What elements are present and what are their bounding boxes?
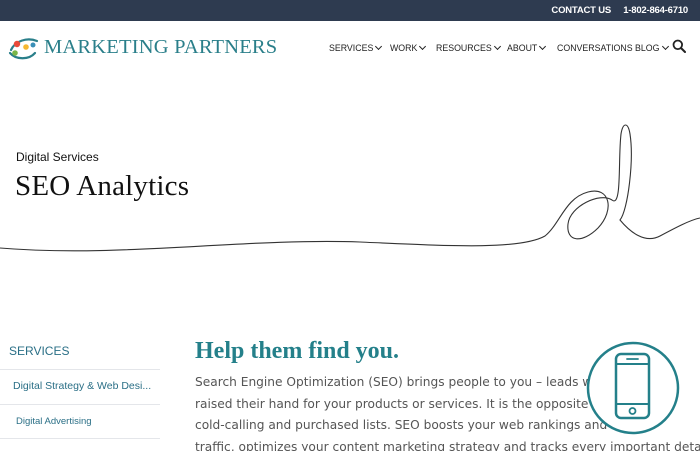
site-header: MARKETING PARTNERS SERVICES WORK RESOURC… bbox=[0, 21, 700, 73]
sidebar-divider bbox=[0, 438, 160, 439]
phone-link[interactable]: 1-802-864-6710 bbox=[623, 5, 688, 16]
chevron-down-icon bbox=[661, 42, 669, 51]
sidebar-title: SERVICES bbox=[9, 344, 70, 358]
chevron-down-icon bbox=[493, 42, 501, 51]
nav-blog-label: CONVERSATIONS BLOG bbox=[557, 43, 660, 53]
search-icon[interactable] bbox=[672, 39, 686, 53]
page-title: SEO Analytics bbox=[15, 170, 190, 202]
sidebar-item-digital-advertising[interactable]: Digital Advertising bbox=[16, 416, 92, 427]
paragraph-line: traffic, optimizes your content marketin… bbox=[195, 439, 700, 451]
sidebar-divider bbox=[0, 404, 160, 405]
nav-services[interactable]: SERVICES bbox=[329, 42, 383, 53]
nav-about[interactable]: ABOUT bbox=[507, 42, 547, 53]
nav-work[interactable]: WORK bbox=[390, 42, 427, 53]
nav-about-label: ABOUT bbox=[507, 43, 538, 53]
main-nav: SERVICES WORK RESOURCES ABOUT CONVERSATI… bbox=[0, 42, 700, 57]
sidebar-item-digital-strategy[interactable]: Digital Strategy & Web Desi... bbox=[13, 380, 151, 392]
section-heading: Help them find you. bbox=[195, 338, 400, 364]
chevron-down-icon bbox=[419, 42, 427, 51]
nav-services-label: SERVICES bbox=[329, 43, 374, 53]
chevron-down-icon bbox=[539, 42, 547, 51]
nav-resources[interactable]: RESOURCES bbox=[436, 42, 501, 53]
mobile-phone-icon bbox=[586, 341, 680, 435]
nav-resources-label: RESOURCES bbox=[436, 43, 492, 53]
contact-us-link[interactable]: CONTACT US bbox=[551, 5, 611, 16]
hero-subtitle: Digital Services bbox=[16, 150, 99, 164]
sidebar-divider bbox=[0, 369, 160, 370]
top-bar: CONTACT US 1-802-864-6710 bbox=[0, 0, 700, 21]
nav-work-label: WORK bbox=[390, 43, 418, 53]
nav-conversations-blog[interactable]: CONVERSATIONS BLOG bbox=[557, 42, 669, 53]
chevron-down-icon bbox=[375, 42, 383, 51]
